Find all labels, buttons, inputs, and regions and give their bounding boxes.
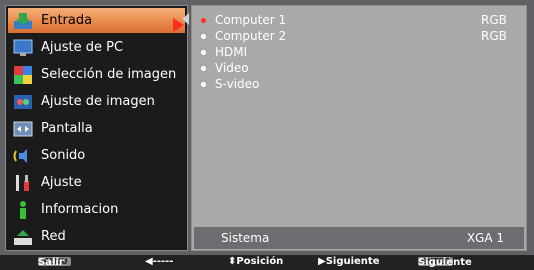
help-exit-label: Salir (38, 257, 64, 268)
dot-icon (201, 65, 206, 71)
image-adjust-icon (13, 92, 33, 112)
submenu-pointer-icon (182, 13, 189, 25)
source-format: RGB (481, 29, 507, 43)
screen-icon (13, 119, 33, 139)
source-name: Video (215, 61, 249, 75)
help-bar: MENU Salir ◀----- ⬍Posición ▶Siguiente EN… (0, 255, 534, 270)
source-item-hdmi[interactable]: HDMI (201, 44, 521, 60)
speaker-icon (13, 146, 33, 166)
source-format: RGB (481, 13, 507, 27)
menu-item-label: Ajuste (41, 175, 82, 190)
menu-item-sonido[interactable]: Sonido (8, 143, 185, 168)
source-name: HDMI (215, 45, 248, 59)
menu-item-label: Selección de imagen (41, 67, 177, 82)
source-item-computer-2[interactable]: Computer 2 RGB (201, 28, 521, 44)
help-back: ◀----- (145, 256, 174, 267)
network-icon (13, 227, 33, 247)
source-item-computer-1[interactable]: Computer 1 RGB (201, 12, 521, 28)
menu-item-red[interactable]: Red (8, 224, 185, 249)
dot-icon (201, 49, 206, 55)
menu-item-pantalla[interactable]: Pantalla (8, 116, 185, 141)
help-next: ▶Siguiente (318, 256, 380, 267)
input-icon (13, 11, 33, 31)
image-select-icon (13, 65, 33, 85)
tools-icon (13, 173, 33, 193)
menu-item-seleccion-imagen[interactable]: Selección de imagen (8, 62, 185, 87)
source-name: S-video (215, 77, 260, 91)
menu-item-ajuste[interactable]: Ajuste (8, 170, 185, 195)
pc-monitor-icon (13, 38, 33, 58)
projector-osd: Entrada Ajuste de PC Selección de imagen… (0, 0, 534, 270)
menu-item-label: Ajuste de PC (41, 40, 124, 55)
dot-icon (201, 33, 206, 39)
info-icon (13, 200, 33, 220)
menu-item-label: Sonido (41, 148, 86, 163)
menu-item-label: Entrada (41, 13, 93, 28)
main-menu: Entrada Ajuste de PC Selección de imagen… (5, 5, 188, 251)
menu-item-label: Pantalla (41, 121, 93, 136)
input-source-panel: Computer 1 RGB Computer 2 RGB HDMI Video… (191, 5, 527, 251)
menu-item-entrada[interactable]: Entrada (8, 8, 185, 33)
menu-item-label: Informacion (41, 202, 119, 217)
system-label: Sistema (221, 231, 270, 245)
source-item-video[interactable]: Video (201, 60, 521, 76)
menu-item-ajuste-imagen[interactable]: Ajuste de imagen (8, 89, 185, 114)
source-name: Computer 2 (215, 29, 287, 43)
menu-item-informacion[interactable]: Informacion (8, 197, 185, 222)
dot-icon (201, 81, 206, 87)
menu-item-label: Ajuste de imagen (41, 94, 155, 109)
selected-dot-icon (201, 17, 206, 23)
system-bar[interactable]: Sistema XGA 1 (194, 227, 524, 249)
menu-item-ajuste-pc[interactable]: Ajuste de PC (8, 35, 185, 60)
system-value: XGA 1 (466, 231, 504, 245)
help-position: ⬍Posición (228, 256, 284, 267)
help-enter-label: Siguiente (418, 257, 472, 268)
source-name: Computer 1 (215, 13, 287, 27)
source-item-s-video[interactable]: S-video (201, 76, 521, 92)
menu-item-label: Red (41, 229, 66, 244)
